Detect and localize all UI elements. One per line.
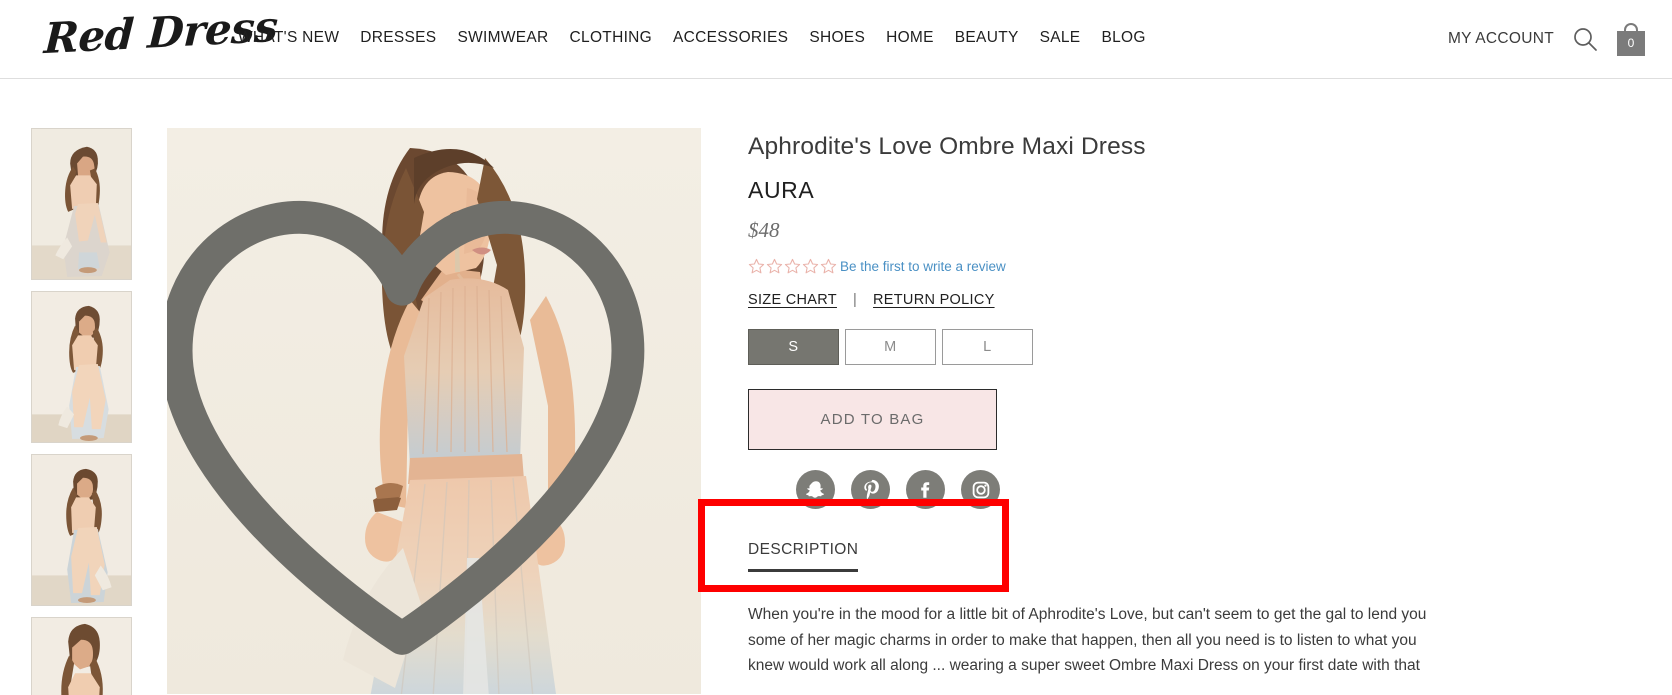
cart-item-count: 0 [1627,36,1635,50]
pinterest-icon[interactable] [851,470,890,510]
thumbnail-1[interactable] [31,128,132,280]
social-share-row [748,470,1672,510]
product-title: Aphrodite's Love Ombre Maxi Dress [748,133,1146,160]
return-policy-link[interactable]: RETURN POLICY [873,292,995,308]
thumbnail-4[interactable] [31,617,132,695]
thumbnail-3[interactable] [31,454,132,606]
header-utilities: MY ACCOUNT 0 [1448,22,1646,56]
product-brand: AURA [748,177,815,204]
rating-row: Be the first to write a review [748,258,1672,275]
thumbnail-gallery [31,128,133,695]
product-main-image[interactable] [167,128,701,694]
size-option-l[interactable]: L [942,329,1033,366]
snapchat-icon[interactable] [796,470,835,510]
star-rating[interactable] [748,258,837,275]
nav-item-dresses[interactable]: DRESSES [360,29,436,47]
size-option-m[interactable]: M [845,329,936,366]
shopping-bag-button[interactable]: 0 [1616,22,1646,56]
add-to-bag-button[interactable]: ADD TO BAG [748,389,997,451]
product-page: Aphrodite's Love Ombre Maxi Dress AURA $… [0,79,1672,695]
instagram-icon[interactable] [961,470,1000,510]
nav-item-beauty[interactable]: BEAUTY [955,29,1019,47]
star-icon [766,259,783,274]
facebook-icon[interactable] [906,470,945,510]
star-icon [748,259,765,274]
product-price: $48 [748,218,780,243]
my-account-link[interactable]: MY ACCOUNT [1448,30,1554,48]
main-navigation: WHAT'S NEW DRESSES SWIMWEAR CLOTHING ACC… [238,29,1146,47]
star-icon [784,259,801,274]
size-chart-link[interactable]: SIZE CHART [748,292,837,308]
star-icon [802,259,819,274]
star-icon [820,259,837,274]
nav-item-whats-new[interactable]: WHAT'S NEW [238,29,339,47]
nav-item-accessories[interactable]: ACCESSORIES [673,29,788,47]
nav-item-home[interactable]: HOME [886,29,934,47]
nav-item-blog[interactable]: BLOG [1101,29,1145,47]
product-tabs: DESCRIPTION [748,541,1672,573]
nav-item-sale[interactable]: SALE [1040,29,1081,47]
nav-item-swimwear[interactable]: SWIMWEAR [457,29,548,47]
size-option-s[interactable]: S [748,329,839,366]
nav-item-shoes[interactable]: SHOES [809,29,865,47]
policy-separator: | [852,292,858,309]
nav-item-clothing[interactable]: CLOTHING [570,29,653,47]
policy-links: SIZE CHART | RETURN POLICY [748,292,1672,308]
size-selector: S M L [748,329,1672,366]
product-details: Aphrodite's Love Ombre Maxi Dress AURA $… [701,128,1672,695]
thumbnail-2[interactable] [31,291,132,443]
tab-description[interactable]: DESCRIPTION [748,541,859,573]
write-review-link[interactable]: Be the first to write a review [840,259,1006,274]
site-header: Red Dress WHAT'S NEW DRESSES SWIMWEAR CL… [0,0,1672,79]
search-icon[interactable] [1572,26,1598,52]
product-description-text: When you're in the mood for a little bit… [748,606,1427,674]
wishlist-heart-icon[interactable] [167,150,669,694]
